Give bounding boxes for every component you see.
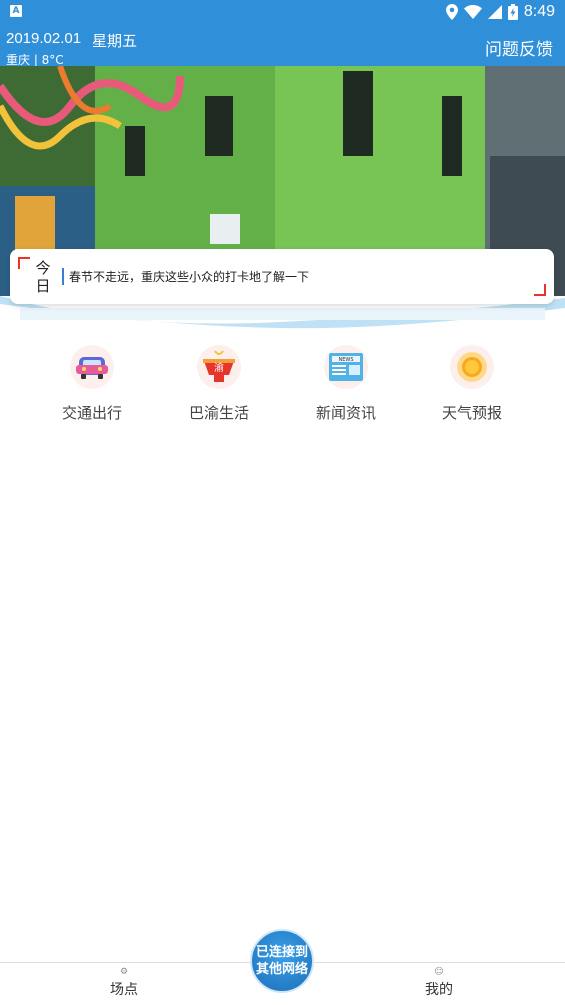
divider <box>62 268 64 285</box>
quick-link-label: 巴渝生活 <box>188 404 249 422</box>
quick-link-life[interactable]: 渝 巴渝生活 <box>159 345 279 423</box>
svg-text:NEWS: NEWS <box>338 357 353 363</box>
quick-link-news[interactable]: NEWS 新闻资讯 <box>286 345 406 423</box>
corner-decoration <box>18 257 30 269</box>
car-icon <box>70 345 114 389</box>
today-label-line: 日 <box>35 277 51 295</box>
status-icons: 8:49 <box>445 2 555 22</box>
quick-link-label: 交通出行 <box>61 404 122 422</box>
signal-icon <box>487 5 502 19</box>
sun-icon <box>450 345 494 389</box>
news-icon: NEWS <box>324 345 368 389</box>
header-weather: 重庆 | 8°C <box>6 54 64 66</box>
quick-link-traffic[interactable]: 交通出行 <box>32 345 152 423</box>
wifi-icon <box>463 5 482 19</box>
today-headline[interactable]: 春节不走远，重庆这些小众的打卡地了解一下 <box>69 268 309 285</box>
hotpot-icon: 渝 <box>197 345 241 389</box>
connect-status-line: 已连接到 <box>255 945 308 960</box>
quick-link-label: 新闻资讯 <box>315 404 376 422</box>
nav-tab-profile[interactable]: ☺ 我的 <box>409 967 469 999</box>
status-bar: A 8:49 <box>0 0 565 24</box>
nav-tab-venue[interactable]: ⚙ 场点 <box>94 967 154 999</box>
network-connect-button[interactable]: 已连接到 其他网络 <box>250 929 314 993</box>
nav-tab-label: 场点 <box>110 982 138 998</box>
app-header: A 8:49 2019.02.01 星期五 重庆 | 8°C 问题反馈 <box>0 0 565 66</box>
corner-decoration <box>534 284 546 296</box>
svg-text:渝: 渝 <box>214 361 224 374</box>
connect-status-line: 其他网络 <box>255 962 308 977</box>
gear-icon: ⚙ <box>119 967 129 977</box>
quick-link-weather[interactable]: 天气预报 <box>412 345 532 423</box>
location-icon <box>445 4 458 20</box>
connect-status: 已连接到 其他网络 <box>256 944 308 978</box>
today-label-line: 今 <box>35 259 51 277</box>
notification-badge: A <box>10 5 22 17</box>
clock: 8:49 <box>523 3 555 20</box>
today-news-card[interactable]: 今 日 春节不走远，重庆这些小众的打卡地了解一下 <box>10 249 554 304</box>
header-weekday: 星期五 <box>92 32 138 50</box>
quick-link-label: 天气预报 <box>441 404 502 422</box>
battery-icon <box>507 4 518 20</box>
feedback-button[interactable]: 问题反馈 <box>485 35 553 60</box>
nav-tab-label: 我的 <box>425 982 453 998</box>
header-date: 2019.02.01 <box>6 30 82 47</box>
today-label: 今 日 <box>34 259 52 295</box>
quick-links: 交通出行 渝 巴渝生活 NEWS 新闻资讯 天气预报 <box>0 345 565 425</box>
profile-icon: ☺ <box>434 967 444 977</box>
